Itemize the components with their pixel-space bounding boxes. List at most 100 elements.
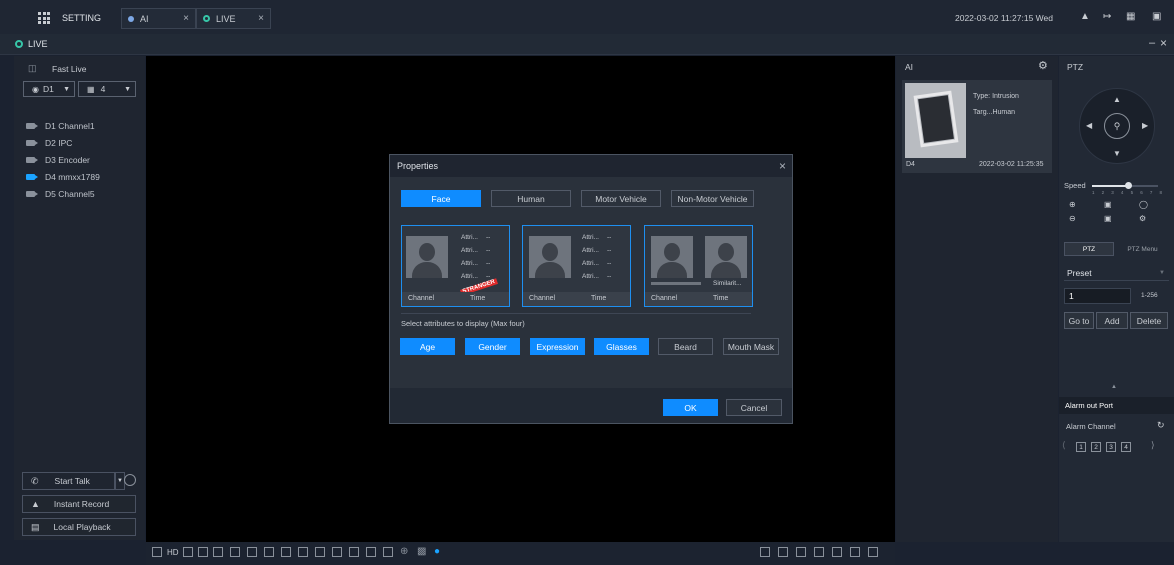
channel-item-d4[interactable]: D4 mmxx1789 [14, 169, 100, 185]
fullscreen-icon[interactable]: ▣ [1152, 11, 1161, 22]
lock-icon: ◉ [32, 84, 39, 94]
ai-event-card[interactable]: Type: Intrusion Targ...Human D4 2022-03-… [902, 80, 1052, 173]
plus-icon[interactable]: ⊕ [400, 546, 408, 557]
iris-close-icon[interactable]: ⚙ [1139, 214, 1146, 223]
tab-ptz-menu[interactable]: PTZ Menu [1116, 242, 1169, 256]
ok-button[interactable]: OK [663, 399, 718, 416]
local-playback-button[interactable]: ▤ Local Playback [22, 518, 136, 536]
layout-a-icon[interactable] [760, 547, 770, 557]
logout-icon[interactable]: ↦ [1103, 11, 1111, 22]
speed-label: Speed [1064, 181, 1086, 190]
live-title-bar: LIVE – × [0, 34, 1174, 55]
attr-2: Attri... [582, 247, 599, 254]
fisheye-icon[interactable] [198, 547, 208, 557]
group-select[interactable]: ◉ D1 ▼ [23, 81, 75, 97]
user-icon[interactable]: ▲ [1080, 11, 1090, 22]
split-13-icon[interactable] [315, 547, 325, 557]
add-button[interactable]: Add [1096, 312, 1128, 329]
attr-glasses-button[interactable]: Glasses [594, 338, 649, 355]
tab-ai-close-icon[interactable]: × [183, 13, 189, 24]
split-16-icon[interactable] [332, 547, 342, 557]
ptz-up-icon[interactable]: ▲ [1113, 95, 1121, 104]
goto-button[interactable]: Go to [1064, 312, 1094, 329]
collapse-up-icon[interactable]: ▲ [1111, 384, 1117, 390]
split-1-icon[interactable] [213, 547, 223, 557]
ptz-left-icon[interactable]: ◀ [1086, 121, 1092, 130]
split-25-icon[interactable] [366, 547, 376, 557]
tab-live[interactable]: LIVE × [196, 8, 271, 29]
focus-near-icon[interactable]: ▣ [1104, 200, 1112, 209]
tab-ai[interactable]: AI × [121, 8, 196, 29]
type-motor-vehicle-button[interactable]: Motor Vehicle [581, 190, 661, 207]
attr-gender-button[interactable]: Gender [465, 338, 520, 355]
window-grid-icon[interactable]: ▦ [1126, 11, 1135, 22]
refresh-icon[interactable]: ↻ [1157, 420, 1165, 431]
preset-select[interactable]: Preset ▼ [1064, 265, 1169, 281]
channel-label: D3 Encoder [45, 155, 90, 165]
channel-item-d3[interactable]: D3 Encoder [14, 152, 90, 168]
cancel-button[interactable]: Cancel [726, 399, 782, 416]
stream-icon[interactable] [152, 547, 162, 557]
alarm-port-2[interactable]: 2 [1091, 442, 1101, 452]
zoom-out-icon[interactable]: ⊖ [1069, 214, 1076, 223]
layout-b-icon[interactable] [778, 547, 788, 557]
layout-c-icon[interactable] [796, 547, 806, 557]
screen-icon[interactable] [183, 547, 193, 557]
split-6-icon[interactable] [264, 547, 274, 557]
attr-age-button[interactable]: Age [400, 338, 455, 355]
split-36-icon[interactable] [383, 547, 393, 557]
ai-rule-icon[interactable]: ● [434, 546, 440, 557]
type-human-button[interactable]: Human [491, 190, 571, 207]
attr-mouth-mask-button[interactable]: Mouth Mask [723, 338, 779, 355]
preset-input[interactable]: 1 [1064, 288, 1131, 304]
alarm-prev-icon[interactable]: ⟨ [1062, 440, 1066, 451]
gear-icon[interactable]: ⚙ [1038, 59, 1048, 72]
ptz-joystick[interactable]: ▲ ▼ ◀ ▶ ⚲ [1079, 88, 1155, 164]
iris-open-icon[interactable]: ◯ [1139, 200, 1148, 209]
layout-g-icon[interactable] [868, 547, 878, 557]
tab-live-close-icon[interactable]: × [258, 13, 264, 24]
channel-item-d5[interactable]: D5 Channel5 [14, 186, 95, 202]
attr-expression-button[interactable]: Expression [530, 338, 585, 355]
layout-f-icon[interactable] [850, 547, 860, 557]
start-talk-button[interactable]: ✆ Start Talk [22, 472, 115, 490]
split-4-icon[interactable] [247, 547, 257, 557]
layout-select[interactable]: ▦ 4 ▼ [78, 81, 136, 97]
ptz-down-icon[interactable]: ▼ [1113, 149, 1121, 158]
ptz-center-button[interactable]: ⚲ [1104, 113, 1130, 139]
zoom-in-icon[interactable]: ⊕ [1069, 200, 1076, 209]
delete-button[interactable]: Delete [1130, 312, 1168, 329]
channel-item-d2[interactable]: D2 IPC [14, 135, 72, 151]
face-placeholder-icon [705, 236, 747, 278]
ptz-right-icon[interactable]: ▶ [1142, 121, 1148, 130]
type-non-motor-vehicle-button[interactable]: Non-Motor Vehicle [671, 190, 754, 207]
alarm-next-icon[interactable]: ⟩ [1151, 440, 1155, 451]
instant-record-button[interactable]: ▲ Instant Record [22, 495, 136, 513]
type-non-motor-vehicle-label: Non-Motor Vehicle [677, 193, 748, 204]
stats-icon[interactable]: ▩ [417, 546, 426, 557]
type-face-button[interactable]: Face [401, 190, 481, 207]
split-8-icon[interactable] [281, 547, 291, 557]
layout-d-icon[interactable] [814, 547, 824, 557]
speed-thumb[interactable] [1125, 182, 1132, 189]
alarm-port-3[interactable]: 3 [1106, 442, 1116, 452]
attr-beard-button[interactable]: Beard [658, 338, 713, 355]
tab-ptz[interactable]: PTZ [1064, 242, 1114, 256]
alarm-port-4[interactable]: 4 [1121, 442, 1131, 452]
split-9-icon[interactable] [298, 547, 308, 557]
channel-item-d1[interactable]: D1 Channel1 [14, 118, 95, 134]
split-20-icon[interactable] [349, 547, 359, 557]
grid-menu-icon[interactable] [38, 12, 50, 24]
minimize-button[interactable]: – [1149, 37, 1155, 49]
ptz-title: PTZ [1067, 62, 1084, 72]
split-2-icon[interactable] [230, 547, 240, 557]
dialog-close-button[interactable]: × [779, 159, 786, 173]
hd-button[interactable]: HD [167, 548, 179, 557]
alarm-port-1[interactable]: 1 [1076, 442, 1086, 452]
alarm-channel-label: Alarm Channel [1066, 422, 1116, 431]
layout-e-icon[interactable] [832, 547, 842, 557]
focus-far-icon[interactable]: ▣ [1104, 214, 1112, 223]
preset-label: Preset [1067, 267, 1092, 278]
close-button[interactable]: × [1160, 36, 1167, 50]
setting-label[interactable]: SETTING [62, 13, 101, 23]
